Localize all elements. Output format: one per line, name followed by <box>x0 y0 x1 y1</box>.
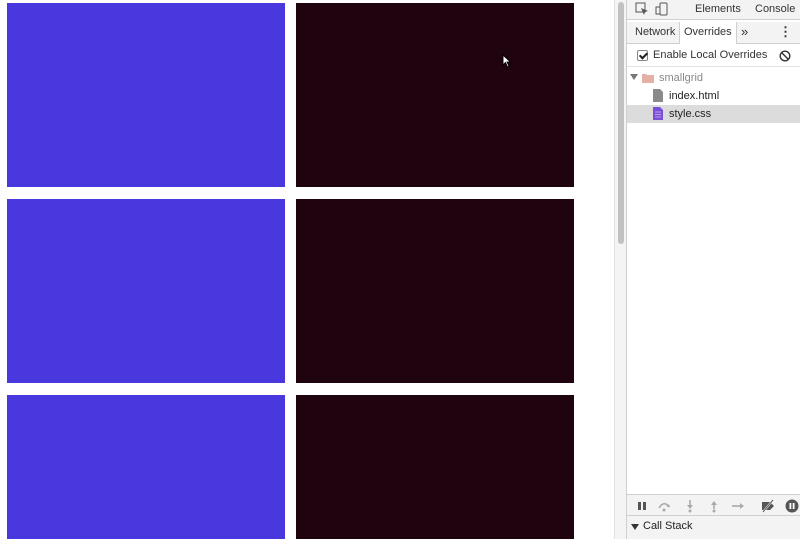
deactivate-breakpoints-icon[interactable] <box>761 499 775 513</box>
debugger-toolbar <box>627 494 800 516</box>
mouse-cursor-icon <box>502 54 512 68</box>
expand-triangle-icon[interactable] <box>631 524 639 530</box>
folder-icon <box>642 74 654 83</box>
file-icon <box>653 89 663 102</box>
step-icon[interactable] <box>731 499 745 513</box>
grid-tile-blue <box>7 199 285 383</box>
expand-triangle-icon[interactable] <box>630 74 638 80</box>
tree-file-row[interactable]: index.html <box>627 87 800 105</box>
tab-overrides[interactable]: Overrides <box>679 22 737 44</box>
pause-icon[interactable] <box>635 499 649 513</box>
clear-overrides-icon[interactable] <box>779 50 791 62</box>
step-out-icon[interactable] <box>707 499 721 513</box>
page-viewport <box>0 0 614 539</box>
more-options-icon[interactable]: ⋮ <box>779 24 792 40</box>
pause-on-exceptions-icon[interactable] <box>785 499 799 513</box>
call-stack-section[interactable]: Call Stack <box>627 516 800 539</box>
inspect-element-icon[interactable] <box>635 2 649 16</box>
enable-overrides-checkbox[interactable] <box>637 50 648 61</box>
grid-tile-dark <box>296 199 574 383</box>
grid-tile-dark <box>296 3 574 187</box>
tree-folder-row[interactable]: smallgrid <box>627 69 800 87</box>
tab-network[interactable]: Network <box>635 26 675 38</box>
grid-tile-blue <box>7 3 285 187</box>
folder-label: smallgrid <box>659 72 704 84</box>
device-toolbar-icon[interactable] <box>655 2 669 16</box>
file-label: style.css <box>669 108 712 120</box>
grid-tile-dark <box>296 395 574 539</box>
page-scrollbar[interactable] <box>614 0 626 539</box>
css-file-icon <box>653 107 663 120</box>
step-into-icon[interactable] <box>683 499 697 513</box>
step-over-icon[interactable] <box>657 499 671 513</box>
grid-tile-blue <box>7 395 285 539</box>
overrides-toolbar: Enable Local Overrides <box>627 45 800 67</box>
scrollbar-thumb[interactable] <box>618 2 624 244</box>
devtools-main-toolbar: Elements Console <box>627 0 800 20</box>
devtools-panel: Elements Console Network Overrides » ⋮ E… <box>626 0 800 539</box>
more-tabs-icon[interactable]: » <box>741 24 748 39</box>
tree-file-row-selected[interactable]: style.css <box>627 105 800 123</box>
sources-navigator-tabs: Network Overrides » ⋮ <box>627 22 800 44</box>
tab-elements[interactable]: Elements <box>695 3 741 15</box>
enable-overrides-label[interactable]: Enable Local Overrides <box>653 49 767 61</box>
call-stack-label[interactable]: Call Stack <box>643 520 693 532</box>
file-label: index.html <box>669 90 720 102</box>
tab-console[interactable]: Console <box>755 3 795 15</box>
